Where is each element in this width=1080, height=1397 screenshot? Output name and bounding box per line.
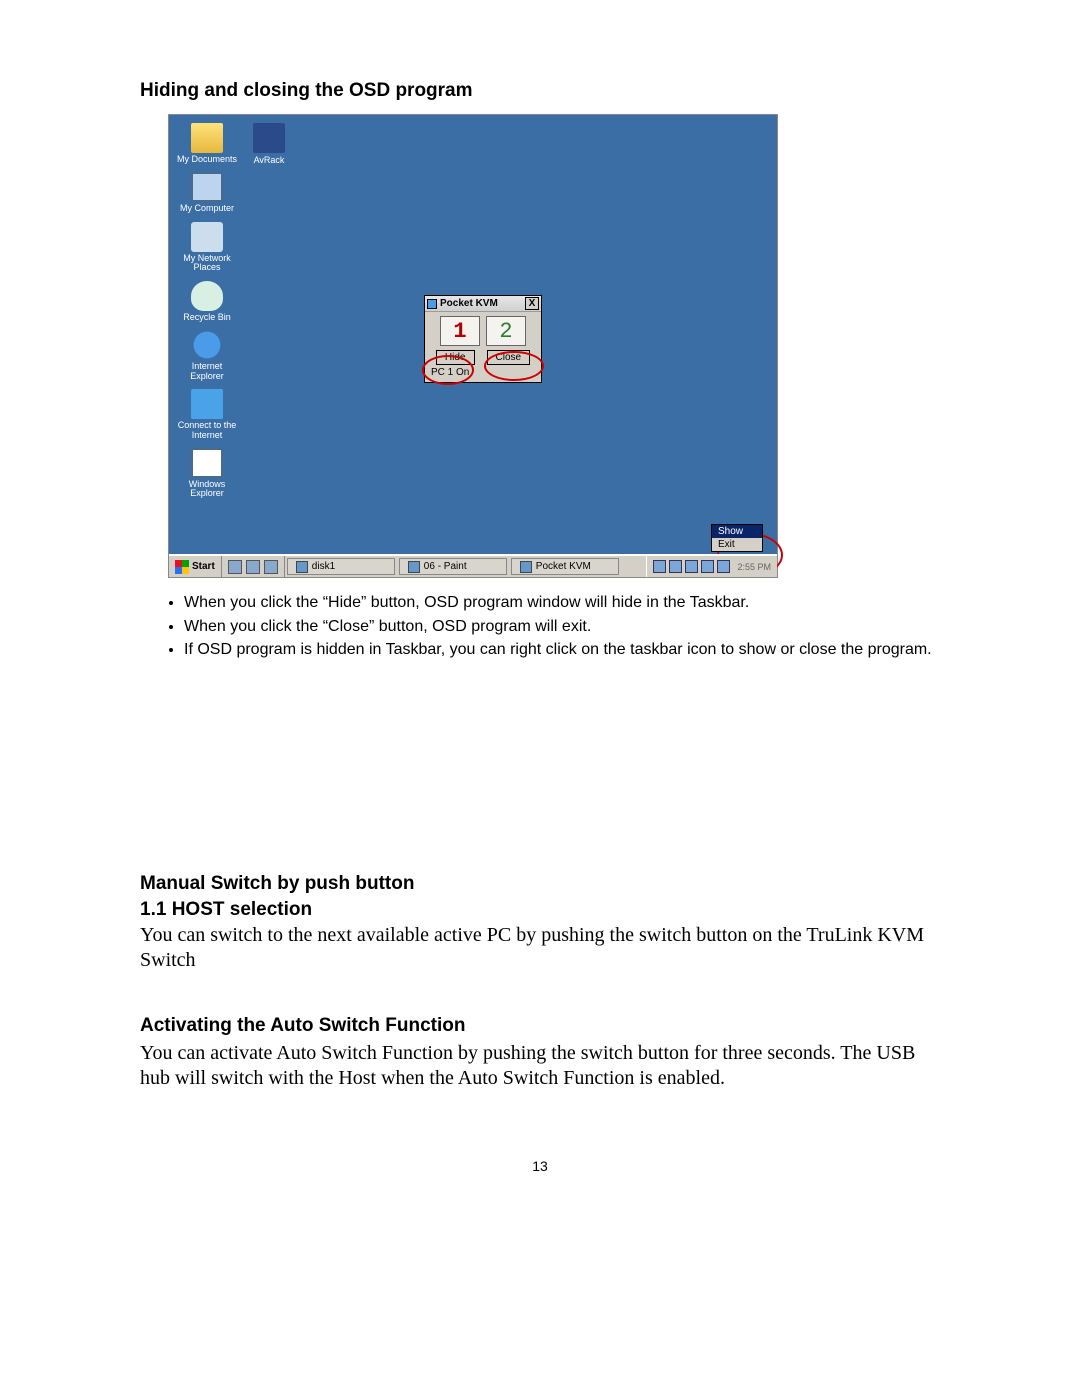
heading-hiding-closing: Hiding and closing the OSD program: [140, 80, 940, 102]
pocket-kvm-body: 1 2 Hide Close PC 1 On: [425, 312, 541, 382]
recycle-bin-icon: [191, 281, 223, 311]
taskbar-item-label: Pocket KVM: [536, 561, 591, 572]
tray-icon[interactable]: [685, 560, 698, 573]
close-button[interactable]: Close: [487, 350, 531, 365]
desktop-icon-internet-explorer[interactable]: Internet Explorer: [175, 330, 239, 381]
desktop-icon-label: AvRack: [245, 155, 293, 165]
desktop-icon-label: My Documents: [175, 155, 239, 164]
page-number: 13: [0, 1158, 1080, 1174]
tray-icon[interactable]: [717, 560, 730, 573]
desktop-icon-label: My Computer: [175, 204, 239, 213]
heading-auto-switch: Activating the Auto Switch Function: [140, 1015, 940, 1037]
explorer-icon: [191, 448, 223, 478]
avrack-icon: [253, 123, 285, 153]
pc-2-button[interactable]: 2: [486, 316, 526, 346]
quick-launch: [222, 556, 285, 577]
quick-launch-icon[interactable]: [228, 560, 242, 574]
bullet-item: When you click the “Close” button, OSD p…: [184, 616, 940, 638]
heading-manual-switch: Manual Switch by push button: [140, 873, 940, 895]
desktop-icon-windows-explorer[interactable]: Windows Explorer: [175, 448, 239, 499]
taskbar-item-paint[interactable]: 06 - Paint: [399, 558, 507, 575]
desktop-icon-label: Recycle Bin: [175, 313, 239, 322]
tray-icon[interactable]: [669, 560, 682, 573]
desktop-icon-label: Connect to the Internet: [175, 421, 239, 440]
para-auto-switch: You can activate Auto Switch Function by…: [140, 1041, 940, 1091]
desktop-icon-avrack[interactable]: AvRack: [245, 123, 293, 165]
paint-icon: [408, 561, 420, 573]
desktop-icon-recycle-bin[interactable]: Recycle Bin: [175, 281, 239, 322]
bullet-list: When you click the “Hide” button, OSD pr…: [184, 592, 940, 661]
quick-launch-icon[interactable]: [246, 560, 260, 574]
app-icon: [520, 561, 532, 573]
app-icon: [427, 299, 437, 309]
desktop-icon-connect-internet[interactable]: Connect to the Internet: [175, 389, 239, 440]
desktop-icon-network-places[interactable]: My Network Places: [175, 222, 239, 273]
taskbar-clock: 2:55 PM: [733, 562, 771, 572]
pocket-kvm-title-text: Pocket KVM: [440, 298, 498, 309]
bullet-item: If OSD program is hidden in Taskbar, you…: [184, 639, 940, 661]
pocket-kvm-titlebar[interactable]: Pocket KVM X: [425, 296, 541, 312]
embedded-screenshot: My Documents My Computer My Network Plac…: [168, 114, 778, 578]
pocket-kvm-title: Pocket KVM: [427, 298, 498, 309]
desktop-icon-my-computer[interactable]: My Computer: [175, 172, 239, 213]
quick-launch-icon[interactable]: [264, 560, 278, 574]
hide-button[interactable]: Hide: [436, 350, 475, 365]
subheading-host-selection: 1.1 HOST selection: [140, 899, 940, 921]
connect-icon: [191, 389, 223, 419]
tray-icon[interactable]: [653, 560, 666, 573]
taskbar: Start disk1 06 - Paint Pocket KVM: [169, 554, 777, 577]
computer-icon: [191, 172, 223, 202]
taskbar-item-label: disk1: [312, 561, 335, 572]
desktop-icon-label: Internet Explorer: [175, 362, 239, 381]
system-tray: 2:55 PM: [646, 556, 777, 577]
taskbar-item-label: 06 - Paint: [424, 561, 467, 572]
taskbar-item-disk1[interactable]: disk1: [287, 558, 395, 575]
tray-menu-show[interactable]: Show: [712, 525, 762, 538]
para-host-selection: You can switch to the next available act…: [140, 923, 940, 973]
desktop-icon-my-documents[interactable]: My Documents: [175, 123, 239, 164]
network-icon: [191, 222, 223, 252]
pc-1-button[interactable]: 1: [440, 316, 480, 346]
start-button-label: Start: [192, 561, 215, 572]
desktop-icon-label: Windows Explorer: [175, 480, 239, 499]
tray-icon[interactable]: [701, 560, 714, 573]
folder-icon: [191, 123, 223, 153]
taskbar-item-pocket-kvm[interactable]: Pocket KVM: [511, 558, 619, 575]
folder-icon: [296, 561, 308, 573]
tray-menu-exit[interactable]: Exit: [712, 538, 762, 551]
document-page: Hiding and closing the OSD program My Do…: [140, 80, 940, 1099]
window-close-x-button[interactable]: X: [525, 297, 539, 310]
start-button[interactable]: Start: [169, 556, 222, 577]
desktop-icon-column: My Documents My Computer My Network Plac…: [175, 123, 239, 499]
pc-status-label: PC 1 On: [429, 367, 537, 378]
ie-icon: [191, 330, 223, 360]
tray-context-menu: Show Exit: [711, 524, 763, 552]
pocket-kvm-dialog: Pocket KVM X 1 2 Hide Close PC 1 On: [424, 295, 542, 383]
windows-logo-icon: [175, 560, 189, 574]
desktop-icon-label: My Network Places: [175, 254, 239, 273]
bullet-item: When you click the “Hide” button, OSD pr…: [184, 592, 940, 614]
